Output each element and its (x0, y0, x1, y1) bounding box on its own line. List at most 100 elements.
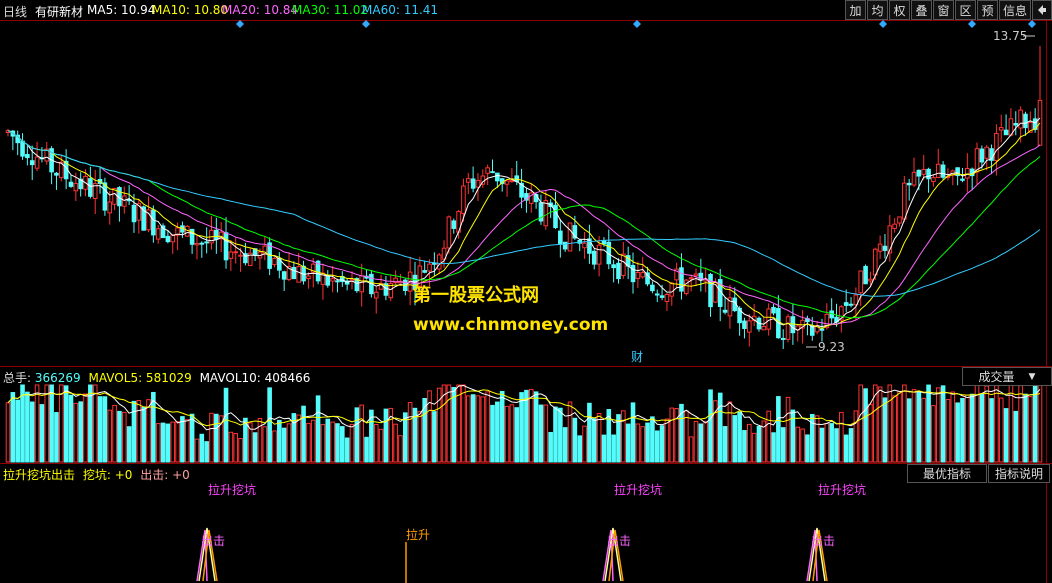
candle-body (916, 169, 922, 177)
volume-bar (659, 425, 665, 463)
volume-bar (54, 412, 59, 463)
volume-bar (795, 426, 801, 463)
volume-bar (621, 410, 626, 463)
volume-bar (994, 384, 999, 463)
volume-bar (839, 411, 844, 463)
volume-bar (877, 386, 883, 463)
volume-bar (800, 428, 805, 463)
indicator-help-button[interactable]: 指标说明 (988, 464, 1050, 483)
volume-bar (945, 398, 951, 463)
candle-body (582, 242, 587, 249)
volume-bar (349, 423, 355, 463)
volume-bar (310, 419, 316, 463)
candle-body (640, 272, 646, 278)
volume-bar (83, 393, 88, 463)
volume-bar (34, 384, 40, 463)
volume-bar (68, 394, 74, 463)
volume-bar (558, 407, 563, 463)
volume-bar (834, 428, 839, 463)
volume-bar (5, 402, 11, 463)
volume-bar (315, 395, 321, 463)
candle-body (771, 307, 776, 314)
candle-body (296, 266, 302, 283)
candle-body (68, 181, 74, 187)
volume-bar (688, 436, 694, 463)
volume-bar (1032, 384, 1038, 463)
candle-body (155, 228, 161, 240)
volume-bar (998, 397, 1004, 463)
volume-bar (29, 401, 35, 463)
candle-body (20, 140, 25, 157)
volume-bar (1037, 384, 1043, 463)
candle-body (485, 167, 490, 174)
candle-body (882, 245, 888, 251)
candle-body (490, 171, 495, 174)
volume-bar (538, 404, 544, 463)
volume-bar (717, 392, 723, 463)
volume-bar (732, 415, 738, 463)
candle-body (102, 182, 108, 211)
candle-body (872, 248, 878, 276)
volume-bar (863, 388, 868, 463)
volume-bar (461, 384, 466, 463)
volume-bar (785, 396, 791, 463)
candle-body (199, 242, 205, 245)
volume-bar (189, 413, 195, 463)
candle-body (780, 337, 786, 340)
volume-bar (974, 384, 980, 463)
volume-dropdown[interactable]: 成交量 ▼ (962, 367, 1052, 386)
candle-body (843, 302, 849, 306)
volume-bar (756, 425, 762, 463)
candle-body (819, 328, 825, 331)
volume-bar (175, 421, 180, 463)
triangle-down-icon: ▼ (1028, 371, 1036, 382)
candle-body (359, 275, 364, 293)
candle-body (465, 178, 471, 183)
volume-bar (1023, 393, 1028, 463)
volume-bar (417, 411, 423, 463)
mavol10-label: MAVOL10: 408466 (199, 371, 311, 385)
candle-body (194, 242, 200, 246)
candle-body (601, 240, 607, 245)
best-indicator-button[interactable]: 最优指标 (907, 464, 987, 483)
volume-bar (771, 432, 776, 463)
volume-bar (354, 407, 360, 463)
volume-bar (286, 423, 292, 463)
candle-body (940, 164, 946, 178)
volume-bar (141, 406, 146, 463)
volume-bar (960, 398, 965, 463)
volume-bar (819, 427, 825, 463)
volume-bar (465, 395, 471, 463)
volume-bar (630, 402, 636, 463)
volume-bar (582, 425, 587, 463)
candle-body (902, 182, 907, 220)
candle-body (553, 204, 558, 229)
diamond-icon (1028, 20, 1036, 28)
candle-body (994, 132, 999, 162)
candle-body (722, 309, 728, 313)
candle-body (238, 254, 243, 257)
finance-marker[interactable]: 财 (631, 350, 643, 364)
candle-body (475, 179, 481, 188)
spike-label: 出击 (201, 534, 225, 548)
volume-bar (742, 430, 747, 463)
candle-body (88, 178, 93, 197)
volume-bar (325, 418, 331, 463)
spike-label: 出击 (607, 534, 631, 548)
candle-body (766, 308, 771, 330)
volume-bar (15, 399, 20, 463)
volume-bar (703, 421, 708, 463)
candle-body (906, 182, 912, 186)
candle-body (204, 241, 209, 244)
volume-bar (272, 430, 277, 463)
low-price-label: 9.23 (818, 340, 845, 354)
volume-bar (1003, 408, 1009, 463)
volume-bar (601, 434, 607, 463)
candle-body (165, 235, 171, 243)
volume-bar (926, 384, 931, 463)
volume-bar (204, 441, 209, 463)
volume-bar (843, 434, 849, 463)
volume-bar (432, 411, 437, 463)
candle-body (998, 127, 1004, 131)
candle-body (785, 316, 791, 340)
